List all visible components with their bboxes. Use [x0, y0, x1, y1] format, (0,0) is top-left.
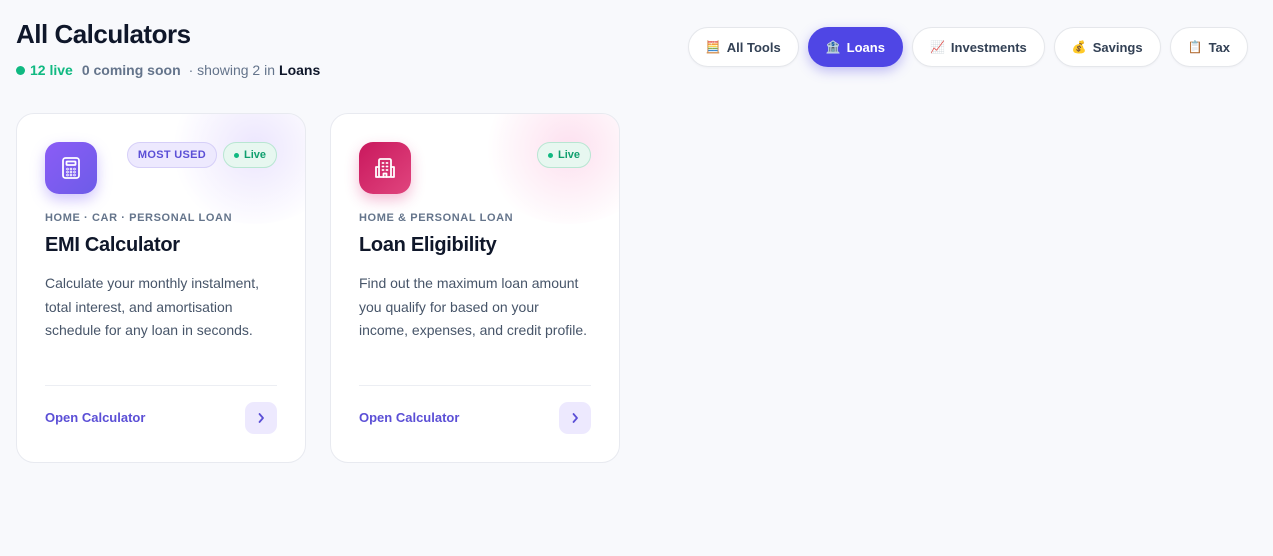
live-count: 12 live: [30, 62, 73, 78]
open-calculator-link[interactable]: Open Calculator: [359, 410, 459, 425]
card-description: Find out the maximum loan amount you qua…: [359, 275, 588, 338]
live-badge-label: Live: [243, 149, 266, 161]
building-icon: [359, 142, 411, 194]
card-title: Loan Eligibility: [359, 234, 497, 256]
filter-label: Investments: [950, 39, 1027, 55]
most-used-badge: MOST USED: [126, 142, 217, 168]
clipboard-icon: 📋: [1187, 40, 1203, 54]
live-dot-icon: [547, 152, 553, 158]
card-loan-eligibility[interactable]: Live HOME & PERSONAL LOAN Loan Eligibili…: [330, 113, 620, 463]
live-badge-label: Live: [557, 149, 580, 161]
filter-label: Savings: [1092, 39, 1143, 55]
card-badges: Live: [536, 142, 591, 168]
filter-label: All Tools: [726, 39, 781, 55]
chart-increasing-icon: 📈: [929, 40, 945, 54]
card-category: HOME · CAR · PERSONAL LOAN: [45, 212, 233, 224]
card-description: Calculate your monthly instalment, total…: [45, 275, 259, 338]
filter-chip-investments[interactable]: 📈 Investments: [911, 27, 1045, 67]
open-arrow-button[interactable]: [559, 401, 591, 434]
page-title: All Calculators: [16, 19, 191, 49]
chevron-right-icon: [258, 412, 264, 423]
category-filters: 🧮 All Tools 🏦 Loans 📈 Investments 💰 Savi…: [687, 27, 1248, 67]
card-title: EMI Calculator: [45, 234, 180, 256]
abacus-icon: 🧮: [705, 40, 721, 54]
live-badge: Live: [536, 142, 591, 168]
live-dot-icon: [16, 65, 25, 75]
page-header: All Calculators 12 live 0 coming soon · …: [16, 18, 320, 79]
filter-chip-loans[interactable]: 🏦 Loans: [807, 27, 903, 67]
filter-chip-tax[interactable]: 📋 Tax: [1169, 27, 1248, 67]
card-top: MOST USED Live: [45, 142, 277, 194]
filter-chip-all-tools[interactable]: 🧮 All Tools: [687, 27, 799, 67]
card-top: Live: [359, 142, 591, 194]
money-bag-icon: 💰: [1071, 40, 1087, 54]
card-badges: MOST USED Live: [126, 142, 277, 168]
filter-label: Loans: [846, 39, 885, 55]
showing-text: · showing 2 in: [188, 62, 276, 78]
chevron-right-icon: [572, 412, 578, 423]
live-dot-icon: [233, 152, 239, 158]
card-category: HOME & PERSONAL LOAN: [359, 212, 514, 224]
coming-soon-count: 0 coming soon: [81, 62, 181, 78]
stats-line: 12 live 0 coming soon · showing 2 in Loa…: [16, 61, 320, 79]
filter-chip-savings[interactable]: 💰 Savings: [1053, 27, 1161, 67]
showing-category: Loans: [279, 62, 321, 78]
card-footer: Open Calculator: [359, 385, 591, 449]
calculator-cards: MOST USED Live HOME · CAR · PERSONAL LOA…: [16, 113, 620, 463]
live-badge: Live: [222, 142, 277, 168]
card-footer: Open Calculator: [45, 385, 277, 449]
card-emi-calculator[interactable]: MOST USED Live HOME · CAR · PERSONAL LOA…: [16, 113, 306, 463]
open-arrow-button[interactable]: [245, 401, 277, 434]
bank-icon: 🏦: [825, 40, 841, 54]
calculator-icon: [45, 142, 97, 194]
open-calculator-link[interactable]: Open Calculator: [45, 410, 145, 425]
filter-label: Tax: [1208, 39, 1230, 55]
